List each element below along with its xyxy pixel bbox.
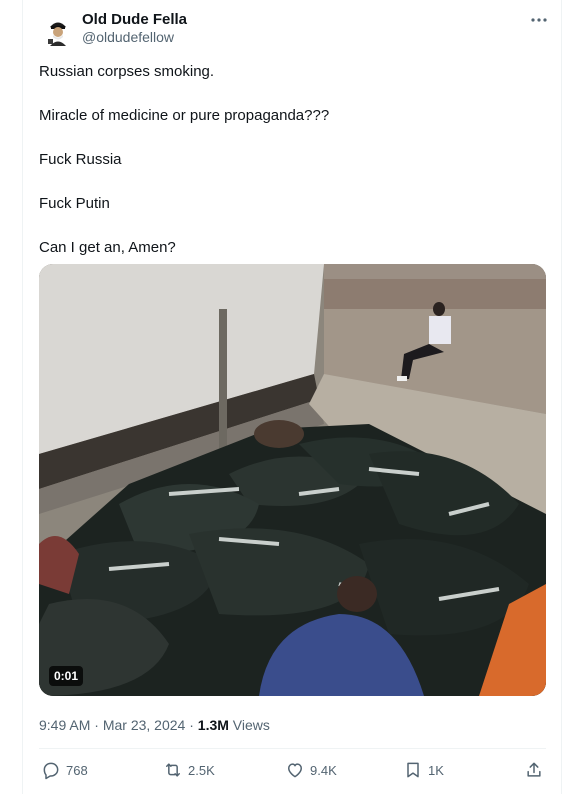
- avatar[interactable]: [40, 13, 76, 49]
- tweet-meta: 9:49 AM · Mar 23, 2024 · 1.3M Views: [39, 717, 270, 733]
- bookmark-count: 1K: [428, 762, 444, 778]
- video-duration: 0:01: [49, 666, 84, 686]
- meta-separator: ·: [94, 717, 99, 733]
- views-label: Views: [232, 717, 270, 733]
- repost-button[interactable]: 2.5K: [163, 760, 215, 780]
- video-player[interactable]: 0:01: [39, 264, 546, 696]
- tweet-date[interactable]: Mar 23, 2024: [103, 717, 186, 733]
- avatar-image: [40, 13, 76, 49]
- action-bar: 768 2.5K 9.4K 1K: [39, 760, 546, 784]
- bookmark-icon: [407, 762, 419, 778]
- tweet-line: Miracle of medicine or pure propaganda??…: [39, 107, 330, 124]
- reply-button[interactable]: 768: [41, 760, 88, 780]
- tweet-line: Fuck Russia: [39, 151, 122, 168]
- user-handle[interactable]: @oldudefellow: [82, 29, 174, 45]
- more-dots-icon: [531, 18, 547, 22]
- divider: [39, 748, 546, 749]
- meta-separator: ·: [189, 717, 194, 733]
- share-button[interactable]: [524, 760, 544, 780]
- tweet-line: Can I get an, Amen?: [39, 239, 176, 256]
- tweet-text: Russian corpses smoking. Miracle of medi…: [39, 62, 539, 282]
- tweet-line: Fuck Putin: [39, 195, 110, 212]
- like-count: 9.4K: [310, 762, 337, 778]
- views-count: 1.3M: [197, 717, 229, 733]
- repost-count: 2.5K: [188, 762, 215, 778]
- video-thumbnail: [39, 264, 546, 696]
- display-name[interactable]: Old Dude Fella: [82, 11, 187, 28]
- tweet-line: Russian corpses smoking.: [39, 63, 215, 80]
- bookmark-button[interactable]: 1K: [403, 760, 444, 780]
- repost-icon: [166, 763, 180, 777]
- more-options-button[interactable]: [527, 10, 551, 30]
- share-icon: [527, 762, 541, 777]
- reply-icon: [43, 762, 59, 780]
- tweet-time[interactable]: 9:49 AM: [39, 717, 90, 733]
- heart-icon: [288, 763, 302, 778]
- reply-count: 768: [66, 762, 88, 778]
- like-button[interactable]: 9.4K: [285, 760, 337, 780]
